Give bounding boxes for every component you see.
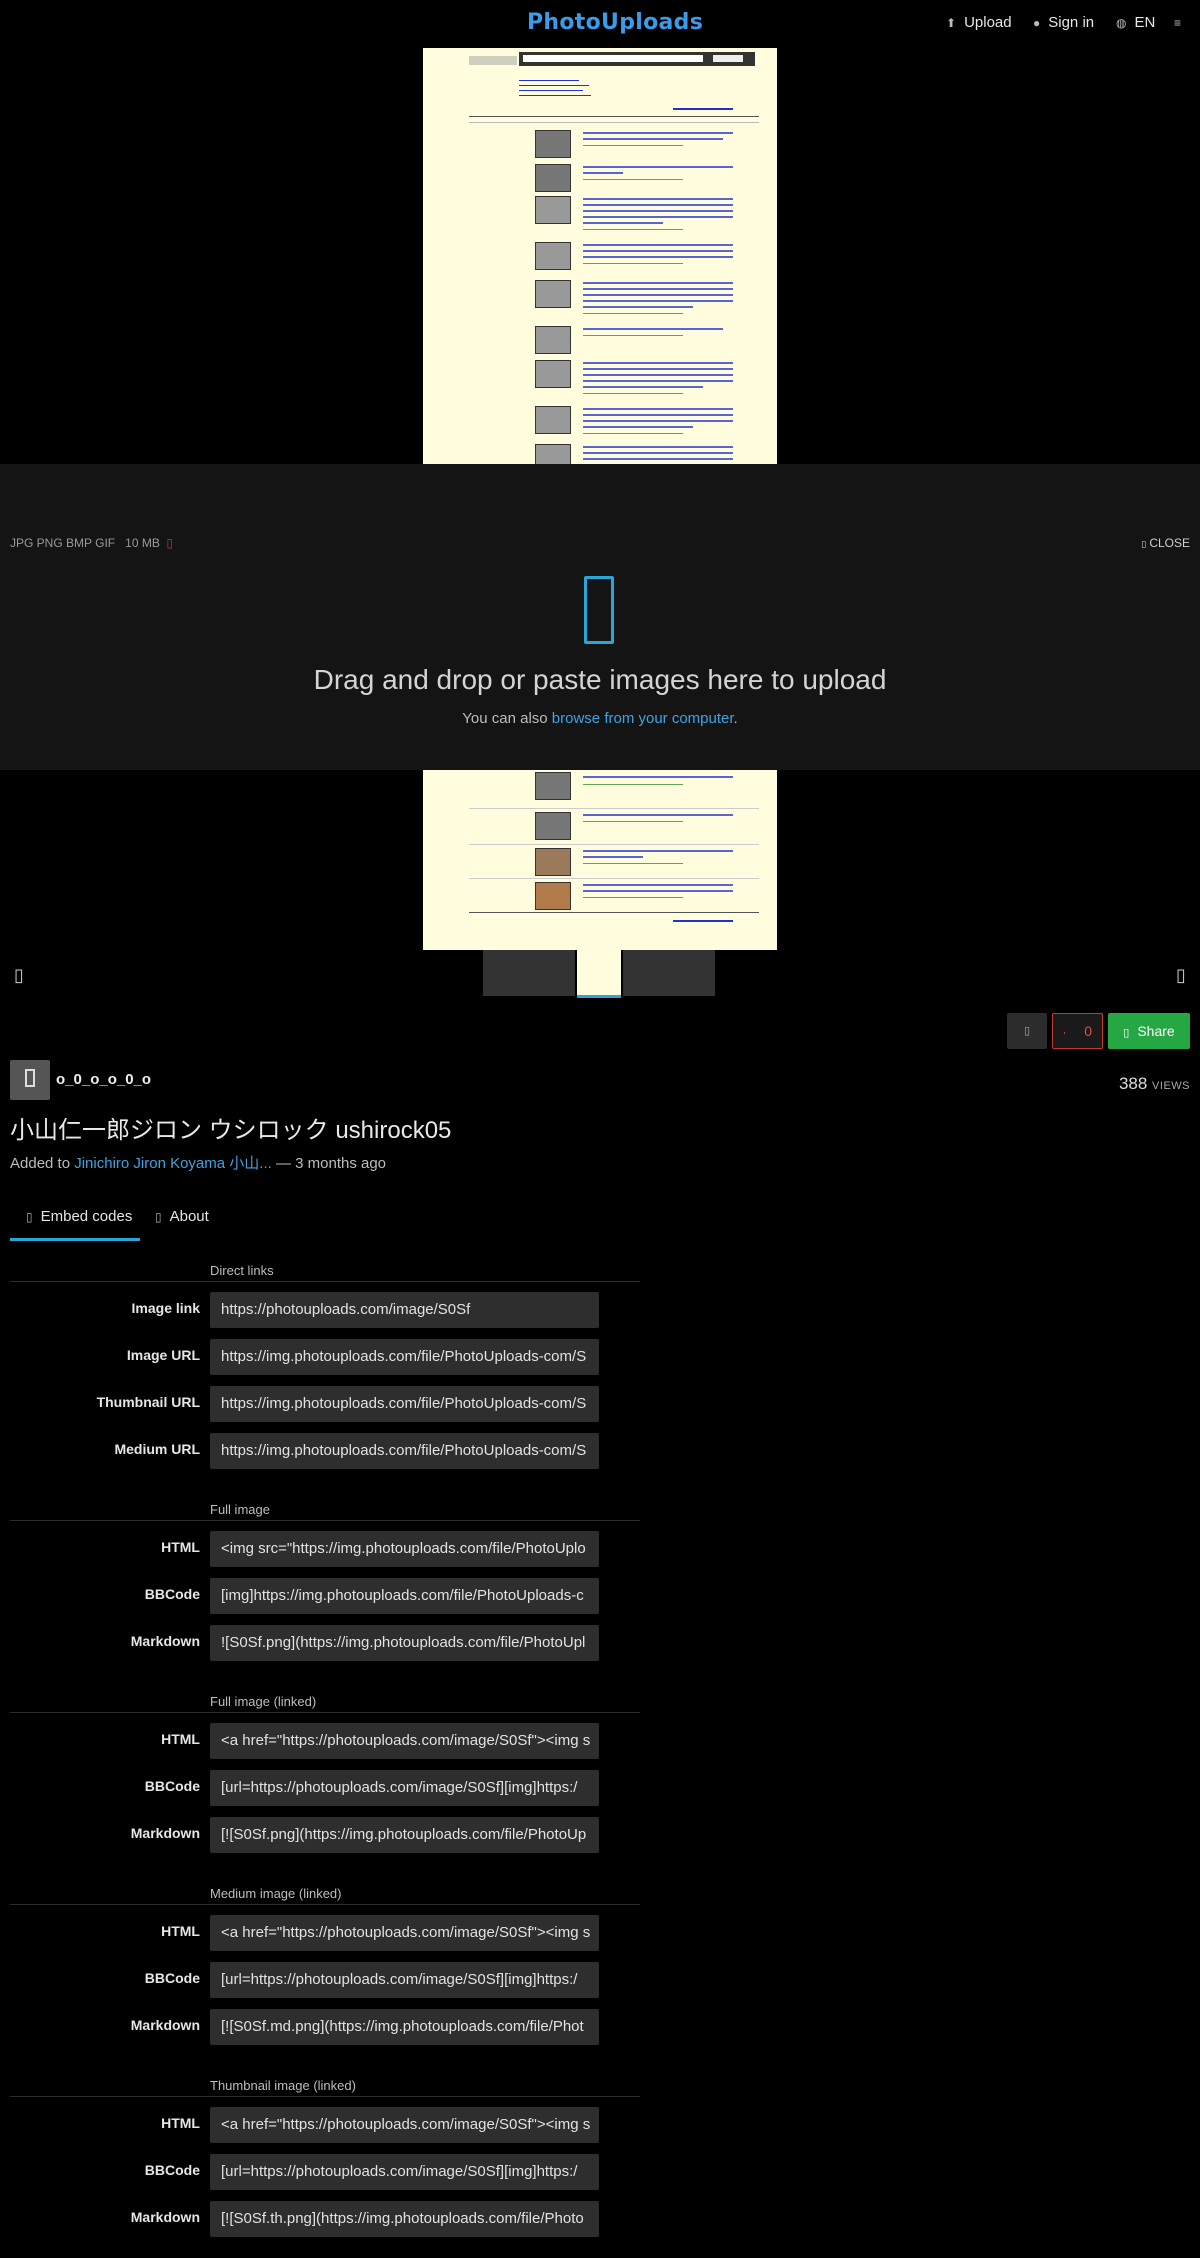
- upload-label: Upload: [964, 14, 1012, 31]
- image-link-label: Image link: [131, 1300, 200, 1316]
- view-count-number: 388: [1118, 1074, 1148, 1093]
- user-icon: ●: [1033, 16, 1041, 30]
- tab-about-label: About: [169, 1208, 209, 1225]
- upload-heading: Drag and drop or paste images here to up…: [313, 664, 887, 695]
- language-label: EN: [1134, 14, 1156, 31]
- section-full-image: Full image: [210, 1502, 270, 1517]
- section-direct-links: Direct links: [210, 1263, 274, 1278]
- language-selector[interactable]: ◍ EN: [1116, 14, 1155, 31]
- allowed-formats: JPG PNG BMP GIF: [10, 536, 116, 550]
- next-image-button[interactable]: ▯: [1176, 965, 1186, 986]
- section-medium-linked: Medium image (linked): [210, 1886, 342, 1901]
- thumbnail-item[interactable]: [483, 950, 575, 996]
- owner-username[interactable]: o_0_o_o_0_o: [56, 1071, 151, 1088]
- full-linked-markdown-label: Markdown: [130, 1825, 200, 1841]
- section-full-linked: Full image (linked): [210, 1694, 317, 1709]
- full-linked-markdown-input[interactable]: [![S0Sf.png](https://img.photouploads.co…: [210, 1817, 599, 1853]
- like-count: 0: [1084, 1023, 1092, 1039]
- thumb-linked-markdown-label: Markdown: [130, 2209, 200, 2225]
- full-markdown-input[interactable]: ![S0Sf.png](https://img.photouploads.com…: [210, 1625, 599, 1661]
- medium-linked-html-label: HTML: [161, 1923, 200, 1939]
- thumbnail-url-input[interactable]: https://img.photouploads.com/file/PhotoU…: [210, 1386, 599, 1422]
- upload-panel[interactable]: JPG PNG BMP GIF 10 MB ▯ ▯ CLOSE Drag and …: [0, 464, 1200, 770]
- image-url-input[interactable]: https://img.photouploads.com/file/PhotoU…: [210, 1339, 599, 1375]
- full-html-label: HTML: [161, 1539, 200, 1555]
- heart-icon: ,: [1063, 1025, 1066, 1036]
- thumb-linked-html-label: HTML: [161, 2115, 200, 2131]
- added-prefix: Added to: [10, 1155, 75, 1172]
- full-markdown-label: Markdown: [130, 1633, 200, 1649]
- cloud-upload-icon: [584, 576, 614, 644]
- medium-linked-markdown-label: Markdown: [130, 2017, 200, 2033]
- previous-image-button[interactable]: ▯: [14, 965, 24, 986]
- full-linked-html-label: HTML: [161, 1731, 200, 1747]
- top-bar: PhotoUploads ⬆ Upload ● Sign in ◍ EN ≡: [0, 0, 1200, 50]
- share-button[interactable]: ▯ Share: [1108, 1013, 1190, 1049]
- thumbnail-item[interactable]: [623, 950, 715, 996]
- added-to-album: Added to Jinichiro Jiron Koyama 小山... — …: [10, 1152, 386, 1173]
- thumb-linked-markdown-input[interactable]: [![S0Sf.th.png](https://img.photouploads…: [210, 2201, 599, 2237]
- image-url-label: Image URL: [126, 1347, 200, 1363]
- full-html-input[interactable]: <img src="https://img.photouploads.com/f…: [210, 1531, 599, 1567]
- medium-url-input[interactable]: https://img.photouploads.com/file/PhotoU…: [210, 1433, 599, 1469]
- section-thumbnail-linked: Thumbnail image (linked): [210, 2078, 356, 2093]
- close-label: CLOSE: [1149, 536, 1190, 550]
- album-link[interactable]: Jinichiro Jiron Koyama 小山...: [74, 1155, 272, 1172]
- active-tab-indicator: [10, 1238, 140, 1241]
- view-count: 388 VIEWS: [1119, 1074, 1190, 1094]
- image-title: 小山仁一郎ジロン ウシロック ushirock05: [10, 1117, 452, 1144]
- upload-subtext: You can also browse from your computer.: [0, 710, 1200, 727]
- signin-label: Sign in: [1048, 14, 1095, 31]
- thumb-linked-bbcode-label: BBCode: [144, 2162, 200, 2178]
- full-bbcode-label: BBCode: [144, 1586, 200, 1602]
- full-linked-html-input[interactable]: <a href="https://photouploads.com/image/…: [210, 1723, 599, 1759]
- menu-button[interactable]: ≡: [1174, 14, 1189, 31]
- upload-subtext-suffix: .: [733, 710, 738, 727]
- chevron-right-icon: ▯: [1176, 965, 1186, 985]
- upload-subtext-prefix: You can also: [462, 710, 552, 727]
- signin-button[interactable]: ● Sign in: [1033, 14, 1094, 31]
- medium-linked-bbcode-input[interactable]: [url=https://photouploads.com/image/S0Sf…: [210, 1962, 599, 1998]
- medium-linked-html-input[interactable]: <a href="https://photouploads.com/image/…: [210, 1915, 599, 1951]
- info-icon: ▯: [166, 536, 174, 550]
- image-preview-lower[interactable]: [423, 770, 777, 950]
- browse-computer-link[interactable]: browse from your computer: [552, 710, 734, 727]
- medium-url-label: Medium URL: [114, 1441, 200, 1457]
- medium-linked-bbcode-label: BBCode: [144, 1970, 200, 1986]
- globe-icon: ◍: [1116, 16, 1127, 30]
- tab-about[interactable]: ▯ About: [155, 1208, 209, 1225]
- image-link-input[interactable]: https://photouploads.com/image/S0Sf: [210, 1292, 599, 1328]
- tab-embed-codes[interactable]: ▯ Embed codes: [26, 1208, 132, 1225]
- upload-button[interactable]: ⬆ Upload: [946, 14, 1012, 31]
- full-bbcode-input[interactable]: [img]https://img.photouploads.com/file/P…: [210, 1578, 599, 1614]
- share-icon: ▯: [1123, 1027, 1130, 1039]
- view-count-label: VIEWS: [1152, 1080, 1190, 1092]
- flag-icon: ▯: [1023, 1025, 1031, 1037]
- menu-icon: ≡: [1174, 16, 1182, 30]
- code-icon: ▯: [26, 1210, 33, 1224]
- full-linked-bbcode-input[interactable]: [url=https://photouploads.com/image/S0Sf…: [210, 1770, 599, 1806]
- upload-icon: ⬆: [946, 16, 957, 30]
- full-linked-bbcode-label: BBCode: [144, 1778, 200, 1794]
- report-button[interactable]: ▯: [1007, 1013, 1047, 1049]
- max-file-size: 10 MB: [125, 536, 160, 550]
- close-icon: ▯: [1141, 539, 1147, 549]
- close-upload-button[interactable]: ▯ CLOSE: [1141, 536, 1190, 550]
- site-logo[interactable]: PhotoUploads: [527, 10, 703, 35]
- like-button[interactable]: ,0: [1052, 1013, 1103, 1049]
- share-label: Share: [1137, 1023, 1175, 1039]
- medium-linked-markdown-input[interactable]: [![S0Sf.md.png](https://img.photouploads…: [210, 2009, 599, 2045]
- thumb-linked-html-input[interactable]: <a href="https://photouploads.com/image/…: [210, 2107, 599, 2143]
- info-icon: ▯: [155, 1210, 162, 1224]
- thumbnail-item-current[interactable]: [577, 950, 621, 998]
- added-time: — 3 months ago: [271, 1155, 387, 1172]
- thumb-linked-bbcode-input[interactable]: [url=https://photouploads.com/image/S0Sf…: [210, 2154, 599, 2190]
- tab-embed-label: Embed codes: [40, 1208, 133, 1225]
- thumbnail-url-label: Thumbnail URL: [96, 1394, 200, 1410]
- image-preview[interactable]: [423, 48, 777, 464]
- upload-format-info: JPG PNG BMP GIF 10 MB ▯: [10, 536, 173, 550]
- chevron-left-icon: ▯: [14, 965, 24, 985]
- avatar[interactable]: [10, 1060, 50, 1100]
